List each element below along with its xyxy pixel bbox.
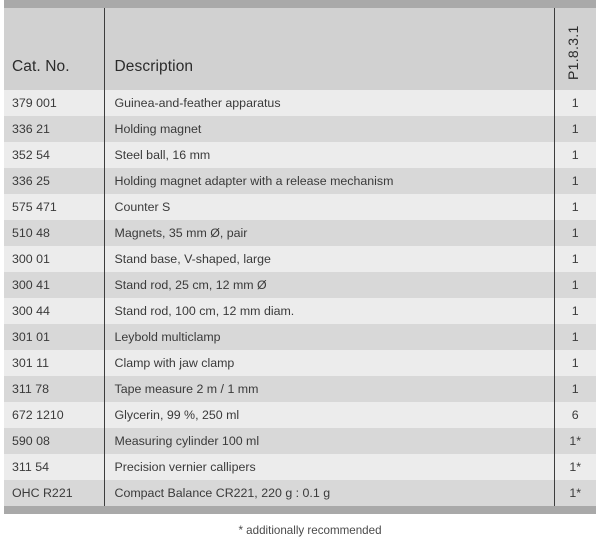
cell-cat-no: 575 471 — [4, 194, 104, 220]
cell-description: Compact Balance CR221, 220 g : 0.1 g — [103, 480, 554, 506]
cell-description: Magnets, 35 mm Ø, pair — [103, 220, 554, 246]
table-row: 300 44 Stand rod, 100 cm, 12 mm diam. 1 — [4, 298, 596, 324]
cell-description: Stand base, V-shaped, large — [103, 246, 554, 272]
cell-cat-no: 301 01 — [4, 324, 104, 350]
cell-cat-no: 311 78 — [4, 376, 104, 402]
table-row: 301 11 Clamp with jaw clamp 1 — [4, 350, 596, 376]
cell-description: Holding magnet adapter with a release me… — [103, 168, 554, 194]
cell-description: Stand rod, 25 cm, 12 mm Ø — [103, 272, 554, 298]
table-row: 336 25 Holding magnet adapter with a rele… — [4, 168, 596, 194]
table-row: 510 48 Magnets, 35 mm Ø, pair 1 — [4, 220, 596, 246]
cell-quantity: 1 — [553, 350, 596, 376]
column-header-quantity: P1.8.3.1 — [553, 8, 596, 90]
cell-description: Guinea-and-feather apparatus — [103, 90, 554, 116]
cell-cat-no: 301 11 — [4, 350, 104, 376]
table-row: 672 1210 Glycerin, 99 %, 250 ml 6 — [4, 402, 596, 428]
cell-cat-no: 379 001 — [4, 90, 104, 116]
cell-quantity: 1* — [553, 480, 596, 506]
table-header: Cat. No. Description P1.8.3.1 — [4, 8, 596, 90]
cell-description: Glycerin, 99 %, 250 ml — [103, 402, 554, 428]
cell-cat-no: 510 48 — [4, 220, 104, 246]
cell-cat-no: 311 54 — [4, 454, 104, 480]
table-row: 336 21 Holding magnet 1 — [4, 116, 596, 142]
cell-cat-no: 336 21 — [4, 116, 104, 142]
cell-cat-no: 590 08 — [4, 428, 104, 454]
column-header-description: Description — [103, 8, 554, 90]
table-row: 300 41 Stand rod, 25 cm, 12 mm Ø1 — [4, 272, 596, 298]
cell-quantity: 1 — [553, 246, 596, 272]
cell-quantity: 1 — [553, 324, 596, 350]
equipment-table: Cat. No. Description P1.8.3.1 379 001 Gui… — [4, 8, 596, 506]
cell-quantity: 1 — [553, 194, 596, 220]
cell-description: Measuring cylinder 100 ml — [103, 428, 554, 454]
table-row: 590 08 Measuring cylinder 100 ml 1* — [4, 428, 596, 454]
table-row: 379 001 Guinea-and-feather apparatus 1 — [4, 90, 596, 116]
cell-description: Holding magnet — [103, 116, 554, 142]
table-row: 575 471 Counter S1 — [4, 194, 596, 220]
cell-description: Precision vernier callipers — [103, 454, 554, 480]
table-bottom-rule — [4, 506, 596, 514]
table-row: OHC R221 Compact Balance CR221, 220 g : 0… — [4, 480, 596, 506]
table-row: 301 01 Leybold multiclamp 1 — [4, 324, 596, 350]
cell-description: Steel ball, 16 mm — [103, 142, 554, 168]
cell-quantity: 1* — [553, 428, 596, 454]
cell-quantity: 1 — [553, 298, 596, 324]
cell-description: Clamp with jaw clamp — [103, 350, 554, 376]
table-header-row: Cat. No. Description P1.8.3.1 — [4, 8, 596, 90]
cell-cat-no: 352 54 — [4, 142, 104, 168]
cell-quantity: 1 — [553, 142, 596, 168]
cell-quantity: 1 — [553, 220, 596, 246]
cell-cat-no: 336 25 — [4, 168, 104, 194]
cell-description: Tape measure 2 m / 1 mm — [103, 376, 554, 402]
cell-quantity: 1 — [553, 116, 596, 142]
cell-cat-no: 300 44 — [4, 298, 104, 324]
cell-cat-no: 300 41 — [4, 272, 104, 298]
column-header-quantity-label: P1.8.3.1 — [565, 25, 582, 80]
cell-quantity: 1 — [553, 376, 596, 402]
column-header-cat-no: Cat. No. — [4, 8, 104, 90]
equipment-list-sheet: Cat. No. Description P1.8.3.1 379 001 Gui… — [0, 0, 600, 548]
cell-quantity: 1 — [553, 90, 596, 116]
cell-quantity: 1 — [553, 272, 596, 298]
table-body: 379 001 Guinea-and-feather apparatus 1 336 … — [4, 90, 596, 506]
cell-quantity: 6 — [553, 402, 596, 428]
cell-description: Leybold multiclamp — [103, 324, 554, 350]
cell-description: Stand rod, 100 cm, 12 mm diam. — [103, 298, 554, 324]
table-row: 352 54 Steel ball, 16 mm 1 — [4, 142, 596, 168]
footnote: * additionally recommended — [238, 524, 382, 537]
cell-quantity: 1* — [553, 454, 596, 480]
cell-quantity: 1 — [553, 168, 596, 194]
cell-description: Counter S — [103, 194, 554, 220]
cell-cat-no: OHC R221 — [4, 480, 104, 506]
cell-cat-no: 300 01 — [4, 246, 104, 272]
table-row: 311 54 Precision vernier callipers 1* — [4, 454, 596, 480]
table-top-rule — [4, 0, 596, 8]
table-row: 300 01 Stand base, V-shaped, large 1 — [4, 246, 596, 272]
cell-cat-no: 672 1210 — [4, 402, 104, 428]
table-row: 311 78 Tape measure 2 m / 1 mm 1 — [4, 376, 596, 402]
equipment-table-container: Cat. No. Description P1.8.3.1 379 001 Gui… — [4, 0, 596, 514]
